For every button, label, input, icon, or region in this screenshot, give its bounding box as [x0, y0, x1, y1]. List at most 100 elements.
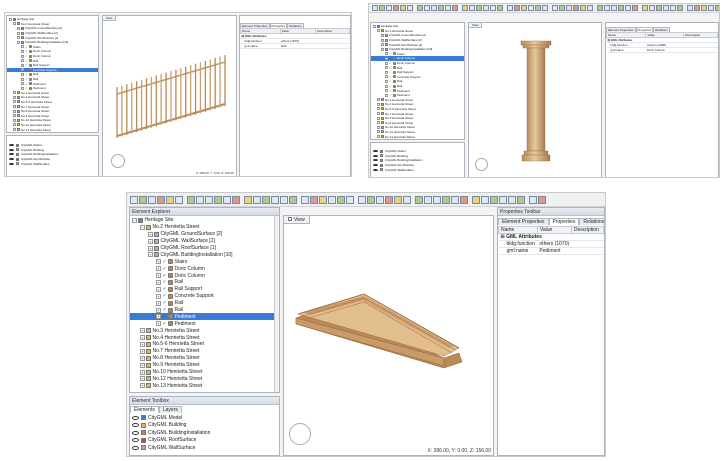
- expander-icon[interactable]: −: [373, 24, 376, 28]
- tree-item[interactable]: + ✓ Doric Column: [130, 272, 279, 279]
- expander-icon[interactable]: +: [156, 321, 161, 327]
- tab-properties[interactable]: Properties: [548, 218, 580, 225]
- tree-item[interactable]: + No.10 Henrietta Street: [130, 369, 279, 376]
- toolbar-button-icon[interactable]: [677, 5, 683, 11]
- expander-icon[interactable]: +: [21, 45, 24, 49]
- toolbar-button-icon[interactable]: [244, 195, 252, 204]
- visibility-check-icon[interactable]: ✓: [25, 82, 28, 86]
- layer-item[interactable]: CityGML WallSurface: [371, 167, 464, 172]
- toolbar-button-icon[interactable]: [656, 5, 662, 11]
- visibility-check-icon[interactable]: ✓: [162, 293, 167, 299]
- toolbar-button-icon[interactable]: [289, 195, 297, 204]
- toolbar-button-icon[interactable]: [708, 5, 714, 11]
- visibility-check-icon[interactable]: ✓: [389, 66, 392, 70]
- toolbar-button-icon[interactable]: [148, 195, 156, 204]
- expander-icon[interactable]: +: [156, 293, 161, 299]
- toolbar-button-icon[interactable]: [663, 5, 669, 11]
- toolbar-button-icon[interactable]: [542, 5, 548, 11]
- toolbar-button-icon[interactable]: [196, 195, 204, 204]
- toolbar-button-icon[interactable]: [483, 5, 489, 11]
- expander-icon[interactable]: +: [13, 109, 16, 113]
- toolbar-button-icon[interactable]: [694, 5, 700, 11]
- visibility-check-icon[interactable]: ✓: [162, 314, 167, 320]
- expander-icon[interactable]: +: [13, 95, 16, 99]
- toolbar-button-icon[interactable]: [130, 195, 138, 204]
- toolbar-button-icon[interactable]: [337, 195, 345, 204]
- toolbar-button-icon[interactable]: [280, 195, 288, 204]
- toolbar-button-icon[interactable]: [346, 195, 354, 204]
- visibility-check-icon[interactable]: ✓: [162, 266, 167, 272]
- toolbar-button-icon[interactable]: [552, 5, 558, 11]
- tree-item[interactable]: + ✓ Stairs: [130, 258, 279, 265]
- layer-item[interactable]: CityGML RoofSurface: [130, 437, 279, 445]
- tree-item[interactable]: + ✓ Doric Column: [130, 265, 279, 272]
- tab-relations[interactable]: Relations: [579, 218, 604, 225]
- expander-icon[interactable]: +: [13, 114, 16, 118]
- eye-icon[interactable]: [9, 148, 14, 151]
- toolbar-button-icon[interactable]: [223, 195, 231, 204]
- toolbar-button-icon[interactable]: [232, 195, 240, 204]
- expander-icon[interactable]: +: [377, 116, 380, 120]
- toolbar-button-icon[interactable]: [514, 5, 520, 11]
- expander-icon[interactable]: −: [381, 47, 384, 51]
- eye-icon[interactable]: [9, 144, 14, 147]
- expander-icon[interactable]: +: [385, 93, 388, 97]
- property-value[interactable]: Pediment: [537, 247, 572, 255]
- layer-item[interactable]: CityGML WallSurface: [7, 161, 98, 166]
- layer-item[interactable]: CityGML Model: [130, 414, 279, 422]
- visibility-check-icon[interactable]: ✓: [389, 79, 392, 83]
- expander-icon[interactable]: −: [377, 29, 380, 33]
- visibility-check-icon[interactable]: ✓: [389, 70, 392, 74]
- expander-icon[interactable]: +: [140, 369, 145, 375]
- toolbar-button-icon[interactable]: [462, 5, 468, 11]
- expander-icon[interactable]: +: [21, 82, 24, 86]
- expander-icon[interactable]: +: [385, 84, 388, 88]
- tree-item[interactable]: + CityGML GroundSurface [2]: [130, 231, 279, 238]
- visibility-check-icon[interactable]: ✓: [25, 86, 28, 90]
- tab-relations[interactable]: Relations: [287, 23, 304, 28]
- visibility-check-icon[interactable]: ✓: [25, 63, 28, 67]
- visibility-check-icon[interactable]: ✓: [162, 286, 167, 292]
- expander-icon[interactable]: +: [377, 135, 380, 139]
- expander-icon[interactable]: +: [21, 72, 24, 76]
- tab-element-properties[interactable]: Element Properties: [240, 23, 270, 28]
- expander-icon[interactable]: +: [140, 355, 145, 361]
- layer-item[interactable]: CityGML Building: [130, 422, 279, 430]
- toolbar-button-icon[interactable]: [424, 195, 432, 204]
- expander-icon[interactable]: +: [377, 121, 380, 125]
- toolbar-button-icon[interactable]: [328, 195, 336, 204]
- expander-icon[interactable]: +: [377, 107, 380, 111]
- tree-item[interactable]: + No.5-6 Henrietta Street: [130, 341, 279, 348]
- toolbar-button-icon[interactable]: [611, 5, 617, 11]
- toolbar-button-icon[interactable]: [535, 5, 541, 11]
- eye-icon[interactable]: [373, 159, 378, 162]
- tab-element-properties[interactable]: Element Properties: [498, 218, 549, 225]
- toolbar-button-icon[interactable]: [393, 5, 399, 11]
- visibility-check-icon[interactable]: ✓: [389, 84, 392, 88]
- eye-icon[interactable]: [132, 415, 139, 420]
- toolbar-button-icon[interactable]: [403, 195, 411, 204]
- eye-icon[interactable]: [9, 153, 14, 156]
- expander-icon[interactable]: +: [17, 36, 20, 40]
- toolbar-button-icon[interactable]: [253, 195, 261, 204]
- expander-icon[interactable]: +: [21, 77, 24, 81]
- eye-icon[interactable]: [132, 423, 139, 428]
- attribute-group-row[interactable]: ⊟ GML Attributes: [498, 233, 604, 241]
- toolbar-button-icon[interactable]: [528, 5, 534, 11]
- expander-icon[interactable]: +: [13, 128, 16, 132]
- expander-icon[interactable]: +: [156, 266, 161, 272]
- toolbar-button-icon[interactable]: [157, 195, 165, 204]
- tree-item[interactable]: + No.8 Henrietta Street: [130, 355, 279, 362]
- toolbar-button-icon[interactable]: [573, 5, 579, 11]
- expander-icon[interactable]: +: [385, 66, 388, 70]
- expander-icon[interactable]: +: [156, 300, 161, 306]
- expander-icon[interactable]: +: [156, 279, 161, 285]
- visibility-check-icon[interactable]: ✓: [389, 52, 392, 56]
- toolbar-button-icon[interactable]: [604, 5, 610, 11]
- expander-icon[interactable]: +: [140, 348, 145, 354]
- eye-icon[interactable]: [9, 158, 14, 161]
- expander-icon[interactable]: +: [140, 383, 145, 389]
- expander-icon[interactable]: +: [21, 86, 24, 90]
- tree-item[interactable]: + No.13 Henrietta Street: [130, 382, 279, 389]
- toolbar-button-icon[interactable]: [385, 195, 393, 204]
